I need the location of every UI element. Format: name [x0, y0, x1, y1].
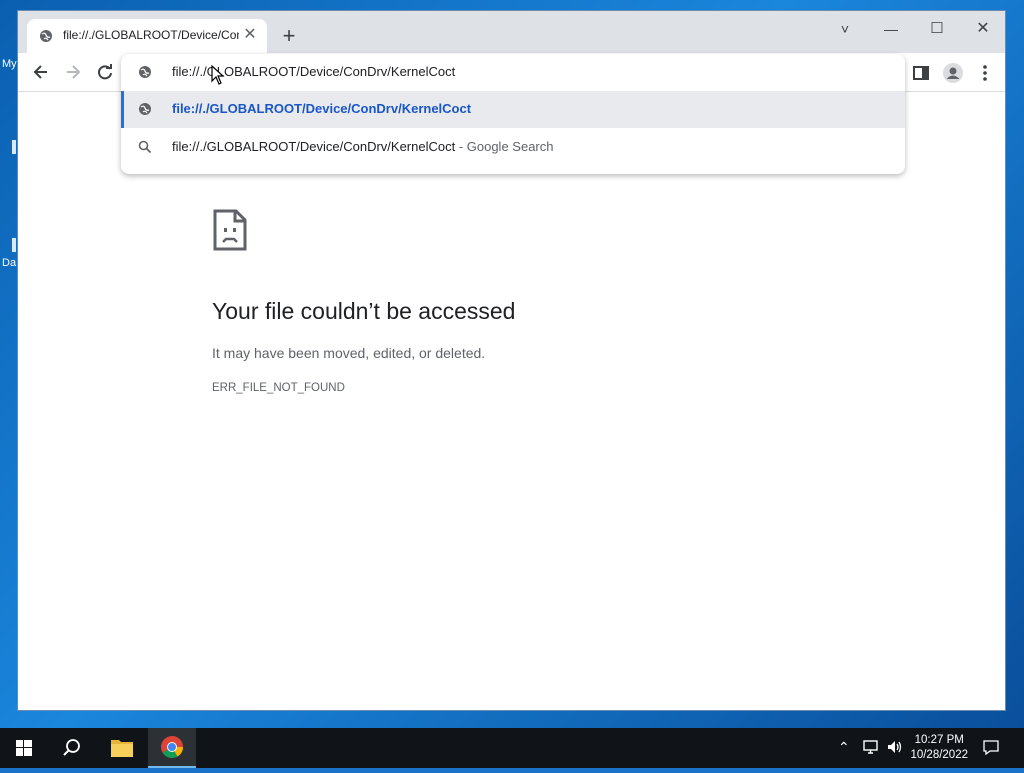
globe-icon: [138, 102, 152, 121]
sad-file-icon: [212, 208, 248, 257]
folder-icon: [111, 740, 133, 757]
suggestion-search-suffix: - Google Search: [455, 139, 554, 154]
suggestion-search-query: file://./GLOBALROOT/Device/ConDrv/Kernel…: [172, 139, 456, 154]
clock-time: 10:27 PM: [914, 734, 964, 746]
windows-logo-icon: [16, 740, 32, 756]
address-bar[interactable]: file://./GLOBALROOT/Device/ConDrv/Kernel…: [121, 54, 905, 91]
back-arrow-icon: [33, 65, 47, 79]
omnibox-dropdown: file://./GLOBALROOT/Device/ConDrv/Kernel…: [121, 54, 905, 174]
reload-button[interactable]: [95, 62, 115, 82]
new-tab-button[interactable]: +: [278, 25, 300, 48]
browser-window: file://./GLOBALROOT/Device/Con ✕ + ˅ — ☐…: [17, 10, 1006, 711]
search-icon: [63, 739, 80, 756]
avatar-icon: [943, 63, 963, 83]
desktop-icon[interactable]: [12, 238, 16, 252]
chevron-up-icon[interactable]: ⌃: [838, 739, 850, 756]
back-button[interactable]: [31, 62, 51, 82]
close-window-button[interactable]: ✕: [961, 15, 1005, 43]
side-panel-button[interactable]: [910, 62, 932, 84]
suggestion-search[interactable]: file://./GLOBALROOT/Device/ConDrv/Kernel…: [121, 129, 905, 166]
chrome-icon: [161, 736, 183, 758]
suggestion-url-text: file://./GLOBALROOT/Device/ConDrv/Kernel…: [172, 101, 472, 116]
minimize-button[interactable]: —: [869, 15, 913, 43]
selection-indicator: [121, 91, 124, 128]
chrome-taskbar-button[interactable]: [148, 728, 196, 768]
tab-close-icon[interactable]: ✕: [241, 26, 259, 44]
start-button[interactable]: [0, 728, 48, 768]
error-title: Your file couldn’t be accessed: [212, 298, 516, 324]
profile-button[interactable]: [942, 62, 964, 84]
globe-icon: [39, 29, 53, 48]
volume-icon[interactable]: [886, 739, 904, 758]
forward-button[interactable]: [63, 62, 83, 82]
forward-arrow-icon: [67, 65, 81, 79]
clock[interactable]: 10:27 PM 10/28/2022: [910, 733, 968, 763]
globe-icon: [138, 65, 152, 84]
title-bar: file://./GLOBALROOT/Device/Con ✕ + ˅ — ☐…: [18, 11, 1005, 53]
file-explorer-button[interactable]: [98, 728, 146, 768]
maximize-button[interactable]: ☐: [915, 15, 959, 43]
clock-date: 10/28/2022: [910, 749, 968, 761]
desktop-icon[interactable]: [12, 140, 16, 154]
suggestion-url[interactable]: file://./GLOBALROOT/Device/ConDrv/Kernel…: [121, 91, 905, 128]
mouse-cursor-icon: [211, 64, 225, 90]
browser-tab[interactable]: file://./GLOBALROOT/Device/Con ✕: [27, 19, 267, 53]
tab-title: file://./GLOBALROOT/Device/Con: [63, 28, 239, 42]
error-subtitle: It may have been moved, edited, or delet…: [212, 345, 486, 361]
error-code: ERR_FILE_NOT_FOUND: [212, 382, 345, 394]
more-vert-icon: [983, 65, 987, 81]
network-icon[interactable]: [862, 739, 880, 758]
search-button[interactable]: [48, 728, 96, 768]
side-panel-icon: [913, 66, 929, 80]
desktop-icon-label[interactable]: My: [2, 58, 17, 70]
menu-button[interactable]: [974, 62, 996, 84]
taskbar: ⌃ 10:27 PM 10/28/2022: [0, 728, 1024, 768]
tab-search-button[interactable]: ˅: [823, 15, 867, 43]
desktop-icon-label[interactable]: Da: [2, 257, 16, 269]
search-icon: [138, 140, 152, 159]
notifications-icon[interactable]: [982, 739, 1000, 758]
reload-icon: [98, 64, 112, 80]
